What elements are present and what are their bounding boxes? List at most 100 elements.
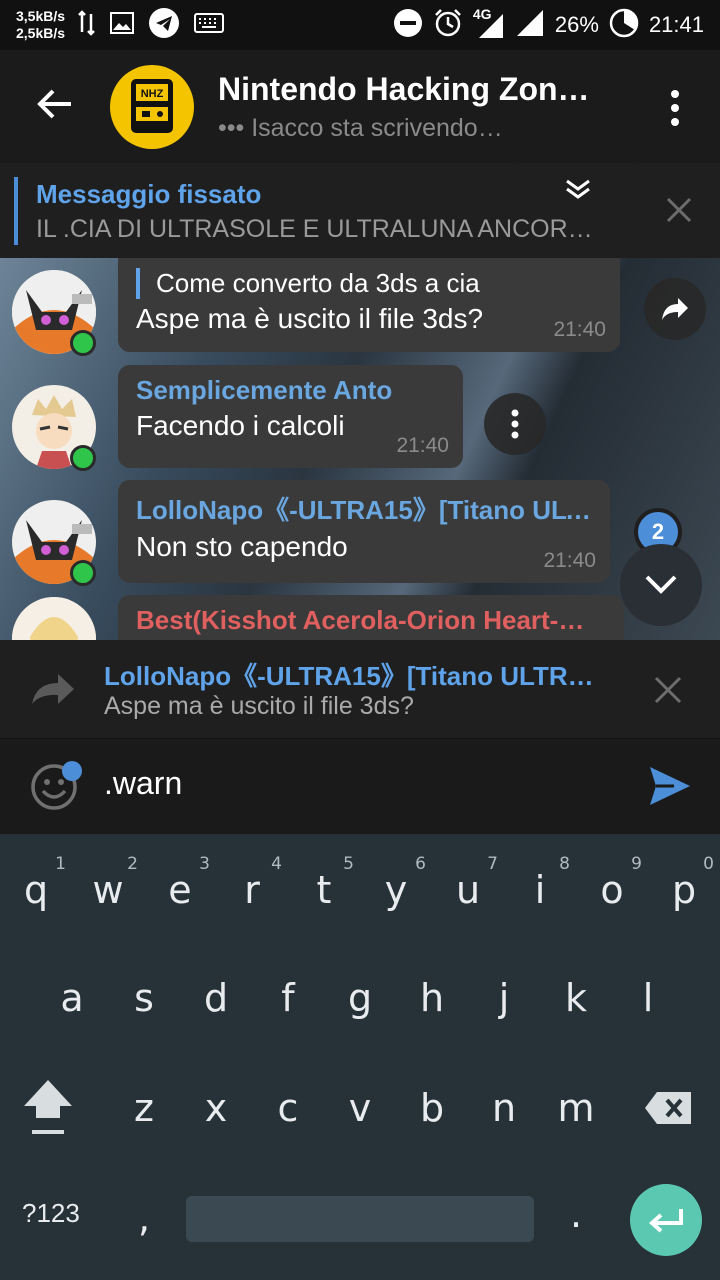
key-g[interactable]: g [324, 948, 396, 1048]
menu-dot-icon [671, 104, 679, 112]
upload-speed: 3,5kB/s [16, 8, 66, 24]
gallery-icon [110, 11, 134, 39]
period-key[interactable]: . [540, 1164, 612, 1264]
pinned-title: Messaggio fissato [36, 179, 262, 209]
pinned-close-button[interactable] [666, 197, 692, 228]
forward-icon [662, 298, 688, 320]
key-c[interactable]: c [252, 1058, 324, 1158]
reply-preview: LolloNapo《-ULTRA15》[Titano ULTRA… Aspe m… [0, 640, 720, 738]
message-text: Non sto capendo [136, 531, 348, 562]
status-bar: 3,5kB/s 2,5kB/s 4G 26% 21:41 [0, 0, 720, 50]
key-h[interactable]: h [396, 948, 468, 1048]
key-s[interactable]: s [108, 948, 180, 1048]
sender-name[interactable]: Semplicemente Anto [136, 375, 445, 406]
menu-dot-icon [671, 118, 679, 126]
key-v[interactable]: v [324, 1058, 396, 1158]
signal-icon [515, 8, 545, 43]
enter-icon [648, 1209, 683, 1233]
close-icon [666, 197, 692, 223]
key-n[interactable]: n [468, 1058, 540, 1158]
pinned-indicator [14, 177, 18, 245]
message-options-button[interactable] [484, 393, 546, 455]
message-text: Aspe ma è uscito il file 3ds? [136, 303, 484, 334]
message-bubble[interactable]: Best(Kisshot Acerola-Orion Heart-… [118, 595, 624, 640]
comma-key[interactable]: , [108, 1168, 180, 1268]
chat-header: NHZ Nintendo Hacking Zon… ••• Isacco sta… [0, 50, 720, 163]
key-l[interactable]: l [612, 948, 684, 1048]
key-w[interactable]: w2 [72, 840, 144, 940]
key-q[interactable]: q1 [0, 840, 72, 940]
key-e[interactable]: e3 [144, 840, 216, 940]
typing-status: ••• Isacco sta scrivendo… [218, 113, 503, 142]
message-time: 21:40 [553, 318, 606, 341]
signal-4g-icon: 4G [473, 6, 505, 40]
key-k[interactable]: k [540, 948, 612, 1048]
group-avatar[interactable]: NHZ [110, 64, 194, 149]
more-options-button[interactable] [660, 86, 690, 130]
message-composer: .warn [0, 738, 720, 834]
symbols-key[interactable]: ?123 [22, 1198, 80, 1229]
reply-quote[interactable]: Come converto da 3ds a cia [136, 268, 602, 299]
message-bubble[interactable]: LolloNapo《-ULTRA15》[Titano ULT… Non sto … [118, 480, 610, 583]
chevron-down-icon [645, 575, 677, 594]
key-t[interactable]: t5 [288, 840, 360, 940]
keyboard: q1 w2 e3 r4 t5 y6 u7 i8 o9 p0 a s d f g … [0, 834, 720, 1280]
reply-arrow-icon [30, 672, 76, 711]
key-z[interactable]: z [108, 1058, 180, 1158]
telegram-icon [148, 7, 180, 44]
message-bubble[interactable]: Semplicemente Anto Facendo i calcoli 21:… [118, 365, 463, 468]
spacebar[interactable] [186, 1196, 534, 1242]
pinned-text: IL .CIA DI ULTRASOLE E ULTRALUNA ANCOR… [36, 215, 593, 243]
online-indicator [70, 560, 96, 586]
chat-area[interactable]: Come converto da 3ds a cia Aspe ma è usc… [0, 258, 720, 640]
forward-button[interactable] [644, 278, 706, 340]
key-i[interactable]: i8 [504, 840, 576, 940]
reply-sender-name: LolloNapo《-ULTRA15》[Titano ULTRA… [104, 661, 604, 691]
key-u[interactable]: u7 [432, 840, 504, 940]
back-arrow-icon [37, 89, 73, 124]
alarm-icon [433, 8, 463, 43]
message-bubble[interactable]: Come converto da 3ds a cia Aspe ma è usc… [118, 258, 620, 352]
battery-icon [609, 8, 639, 43]
menu-dot-icon [671, 90, 679, 98]
message-input[interactable]: .warn [104, 765, 182, 802]
send-icon [650, 767, 690, 805]
key-j[interactable]: j [468, 948, 540, 1048]
do-not-disturb-icon [393, 8, 423, 43]
backspace-key[interactable] [632, 1058, 704, 1158]
message-time: 21:40 [396, 434, 449, 457]
vertical-dots-icon [511, 409, 519, 439]
online-indicator [70, 330, 96, 356]
double-chevron-down-icon [566, 179, 590, 199]
key-a[interactable]: a [36, 948, 108, 1048]
key-d[interactable]: d [180, 948, 252, 1048]
best-avatar-image [12, 597, 96, 640]
clock: 21:41 [648, 12, 704, 37]
send-button[interactable] [648, 765, 692, 812]
download-speed: 2,5kB/s [16, 25, 66, 41]
data-transfer-icon [78, 9, 96, 41]
key-y[interactable]: y6 [360, 840, 432, 940]
network-speed: 3,5kB/s 2,5kB/s [16, 8, 72, 42]
close-icon [654, 676, 682, 704]
avatar[interactable] [12, 597, 96, 640]
key-b[interactable]: b [396, 1058, 468, 1158]
online-indicator [70, 445, 96, 471]
reply-message-text: Aspe ma è uscito il file 3ds? [104, 692, 414, 720]
key-p[interactable]: p0 [648, 840, 720, 940]
key-m[interactable]: m [540, 1058, 612, 1158]
backspace-icon [645, 1092, 691, 1124]
shift-key[interactable] [12, 1058, 84, 1158]
new-sticker-indicator [62, 761, 82, 781]
key-x[interactable]: x [180, 1058, 252, 1158]
cancel-reply-button[interactable] [654, 676, 682, 709]
key-r[interactable]: r4 [216, 840, 288, 940]
chat-title[interactable]: Nintendo Hacking Zon… [218, 71, 618, 108]
sender-name[interactable]: Best(Kisshot Acerola-Orion Heart-… [136, 605, 606, 636]
key-o[interactable]: o9 [576, 840, 648, 940]
enter-key[interactable] [630, 1184, 702, 1256]
scroll-down-button[interactable] [620, 544, 702, 626]
sender-name[interactable]: LolloNapo《-ULTRA15》[Titano ULT… [136, 490, 596, 527]
back-button[interactable] [0, 50, 110, 163]
key-f[interactable]: f [252, 948, 324, 1048]
